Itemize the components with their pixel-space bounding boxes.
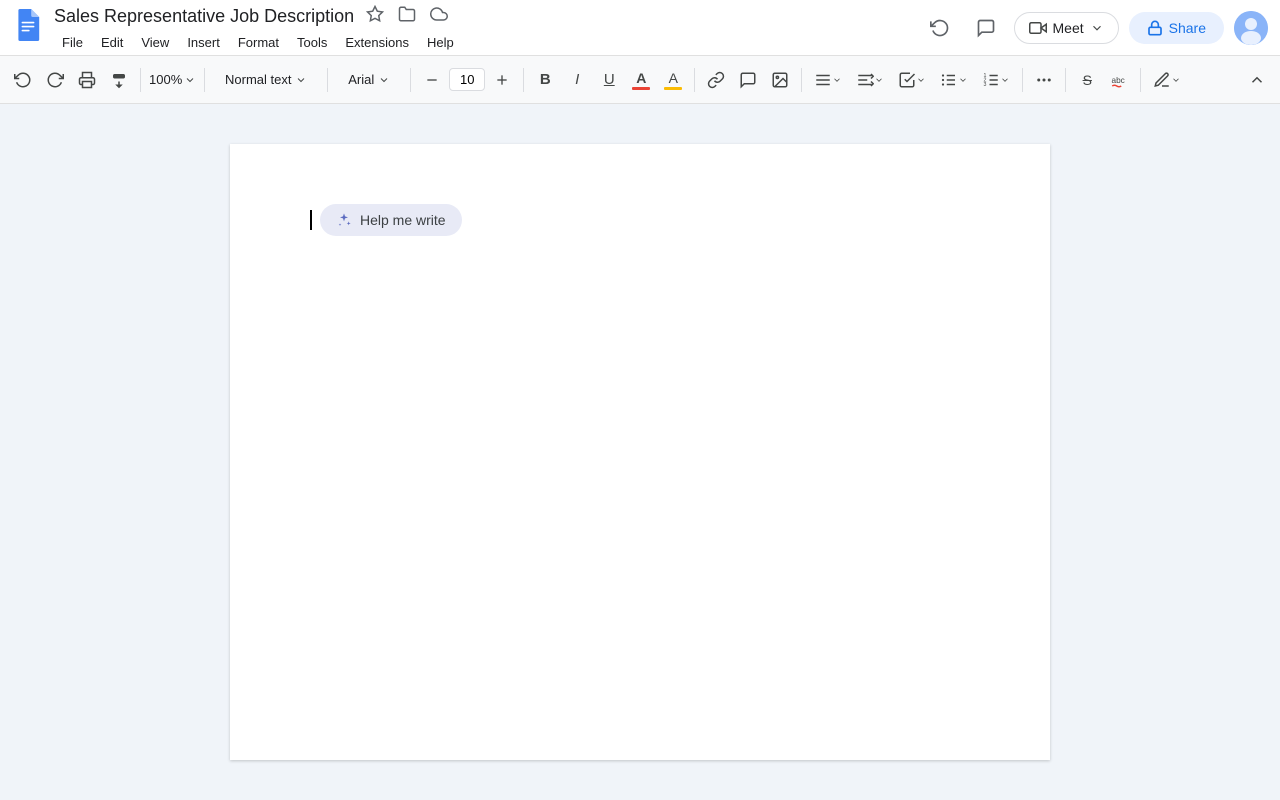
- compose-pen-button[interactable]: [1147, 64, 1187, 96]
- italic-label: I: [575, 71, 579, 88]
- highlight-color-indicator: [664, 87, 682, 90]
- link-button[interactable]: [701, 64, 731, 96]
- zoom-button[interactable]: 100%: [147, 64, 198, 96]
- more-options-button[interactable]: [1029, 64, 1059, 96]
- menu-bar: File Edit View Insert Format Tools Exten…: [54, 32, 922, 53]
- user-avatar[interactable]: [1234, 11, 1268, 45]
- share-button[interactable]: Share: [1129, 12, 1224, 44]
- font-size-increase-button[interactable]: [487, 64, 517, 96]
- star-button[interactable]: [362, 3, 388, 30]
- undo-button[interactable]: [8, 64, 38, 96]
- checklist-button[interactable]: [892, 64, 932, 96]
- spelling-button[interactable]: abc: [1104, 64, 1134, 96]
- toolbar: 100% Normal text Arial 10 B I U A: [0, 56, 1280, 104]
- underline-button[interactable]: U: [594, 64, 624, 96]
- doc-title-row: Sales Representative Job Description: [54, 3, 922, 30]
- menu-help[interactable]: Help: [419, 32, 462, 53]
- menu-extensions[interactable]: Extensions: [337, 32, 417, 53]
- highlight-color-container: A: [664, 70, 682, 90]
- format-paint-button[interactable]: [104, 64, 134, 96]
- gdocs-logo[interactable]: [12, 9, 44, 46]
- italic-button[interactable]: I: [562, 64, 592, 96]
- font-size-input[interactable]: 10: [449, 68, 485, 91]
- highlight-color-button[interactable]: A: [658, 64, 688, 96]
- add-comment-button[interactable]: [733, 64, 763, 96]
- line-spacing-button[interactable]: [850, 64, 890, 96]
- cloud-status-button[interactable]: [426, 3, 452, 30]
- divider-7: [801, 68, 802, 92]
- font-label: Arial: [348, 72, 374, 87]
- text-color-container: A: [632, 70, 650, 90]
- zoom-value: 100%: [149, 72, 182, 87]
- document-content: Help me write: [310, 204, 970, 236]
- text-color-indicator: [632, 87, 650, 90]
- align-button[interactable]: [808, 64, 848, 96]
- comments-button[interactable]: [968, 10, 1004, 46]
- move-to-folder-button[interactable]: [394, 3, 420, 30]
- menu-tools[interactable]: Tools: [289, 32, 335, 53]
- divider-8: [1022, 68, 1023, 92]
- meet-button[interactable]: Meet: [1014, 12, 1119, 44]
- divider-6: [694, 68, 695, 92]
- divider-3: [327, 68, 328, 92]
- print-button[interactable]: [72, 64, 102, 96]
- sparkle-icon: [336, 212, 352, 228]
- history-button[interactable]: [922, 10, 958, 46]
- bullet-list-button[interactable]: [934, 64, 974, 96]
- top-right-controls: Meet Share: [922, 10, 1268, 46]
- numbered-list-button[interactable]: 123: [976, 64, 1016, 96]
- help-me-write-button[interactable]: Help me write: [320, 204, 462, 236]
- text-style-select[interactable]: Normal text: [211, 64, 321, 96]
- menu-file[interactable]: File: [54, 32, 91, 53]
- divider-2: [204, 68, 205, 92]
- underline-label: U: [604, 71, 615, 88]
- divider-10: [1140, 68, 1141, 92]
- divider-4: [410, 68, 411, 92]
- divider-9: [1065, 68, 1066, 92]
- title-icons: [362, 3, 452, 30]
- menu-view[interactable]: View: [133, 32, 177, 53]
- divider-1: [140, 68, 141, 92]
- share-label: Share: [1169, 20, 1206, 36]
- divider-5: [523, 68, 524, 92]
- title-section: Sales Representative Job Description Fil…: [54, 3, 922, 53]
- svg-text:3: 3: [984, 82, 987, 88]
- redo-button[interactable]: [40, 64, 70, 96]
- insert-image-button[interactable]: [765, 64, 795, 96]
- text-style-label: Normal text: [225, 72, 291, 87]
- strikethrough-label: S: [1083, 72, 1092, 88]
- title-bar: Sales Representative Job Description Fil…: [0, 0, 1280, 56]
- text-cursor: [310, 210, 312, 230]
- bold-label: B: [540, 71, 551, 88]
- help-me-write-label: Help me write: [360, 212, 446, 228]
- menu-insert[interactable]: Insert: [179, 32, 228, 53]
- collapse-toolbar-button[interactable]: [1242, 64, 1272, 96]
- text-color-button[interactable]: A: [626, 64, 656, 96]
- font-size-decrease-button[interactable]: [417, 64, 447, 96]
- document-area: Help me write: [0, 104, 1280, 800]
- svg-text:abc: abc: [1112, 76, 1125, 85]
- doc-title-text[interactable]: Sales Representative Job Description: [54, 6, 354, 27]
- strikethrough-button[interactable]: S: [1072, 64, 1102, 96]
- document-page: Help me write: [230, 144, 1050, 760]
- menu-format[interactable]: Format: [230, 32, 287, 53]
- font-select[interactable]: Arial: [334, 64, 404, 96]
- menu-edit[interactable]: Edit: [93, 32, 131, 53]
- meet-label: Meet: [1053, 20, 1084, 36]
- bold-button[interactable]: B: [530, 64, 560, 96]
